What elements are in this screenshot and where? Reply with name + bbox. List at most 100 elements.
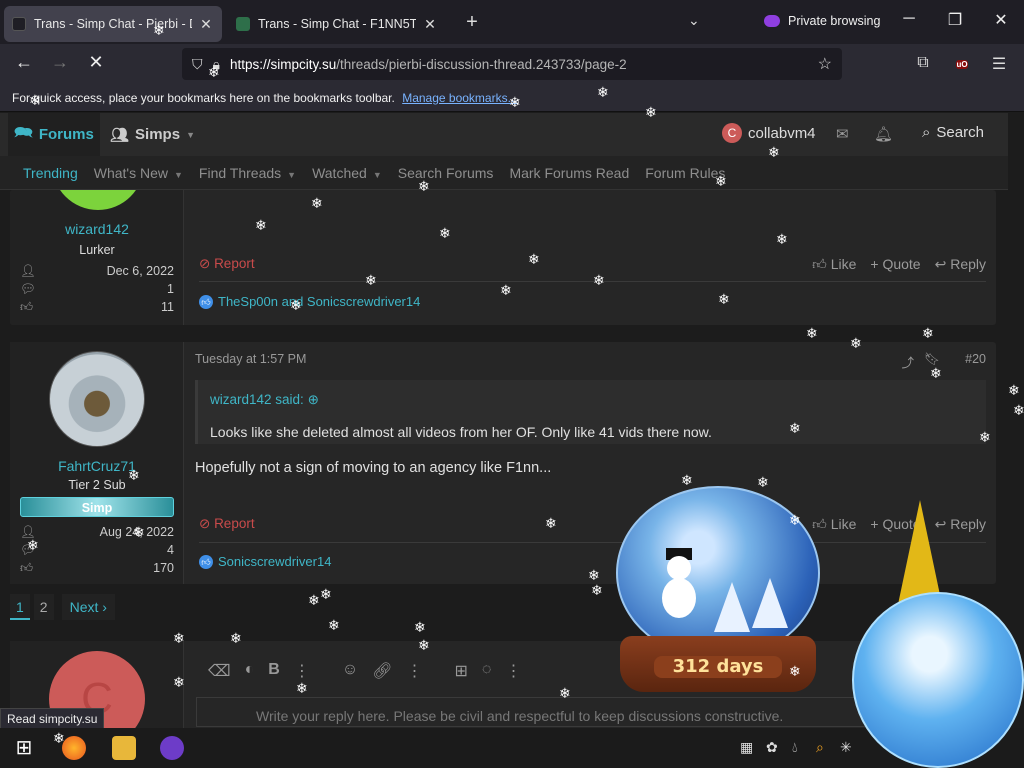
tray-search-icon[interactable]: ⌕ <box>816 739 824 756</box>
comment-icon: 💬︎ <box>20 282 36 296</box>
user-menu[interactable]: C collabvm4 <box>722 123 816 143</box>
hide-icon[interactable]: ◌ <box>482 661 492 681</box>
quote-header[interactable]: wizard142 said: ⊕ <box>210 392 319 408</box>
table-icon[interactable]: ⊞ <box>455 661 468 681</box>
report-button[interactable]: ⊘ Report <box>199 516 255 532</box>
inbox-envelope-icon[interactable]: ✉ <box>836 125 849 143</box>
windows-start-icon[interactable]: ⊞ <box>12 736 36 760</box>
tab-close-icon[interactable]: ✕ <box>198 16 214 33</box>
subnav-label: Find Threads <box>198 164 282 181</box>
file-explorer-icon[interactable] <box>112 736 136 760</box>
snowflake-icon: ❄ <box>806 325 818 341</box>
tab-close-icon[interactable]: ✕ <box>422 16 438 33</box>
snowflake-icon: ❄ <box>645 104 657 120</box>
subnav-search-forums[interactable]: Search Forums <box>398 165 494 181</box>
tab-title: Trans - Simp Chat - F1NN5TER - <box>258 17 416 31</box>
address-bar[interactable]: ⛉ 🔒︎ https://simpcity.su/threads/pierbi-… <box>182 48 842 80</box>
share-icon[interactable]: ⤴ <box>901 352 914 371</box>
post-author[interactable]: wizard142 <box>10 221 184 237</box>
next-page-button[interactable]: Next › <box>61 594 115 620</box>
tray-network-icon[interactable]: ▦ <box>740 739 753 756</box>
alerts-bell-icon[interactable]: 🔔︎ <box>874 125 893 143</box>
browser-tab-active[interactable]: Trans - Simp Chat - Pierbi - Disc ✕ <box>4 6 222 42</box>
snow-globe-2 <box>852 592 1024 768</box>
back-arrow-icon[interactable]: ← <box>12 52 36 73</box>
chevron-down-icon: ▼ <box>372 169 382 180</box>
page-1-link[interactable]: 1 <box>10 594 30 620</box>
username: collabvm4 <box>748 124 816 142</box>
url-text[interactable]: https://simpcity.su/threads/pierbi-discu… <box>230 57 627 72</box>
shield-icon[interactable]: ⛉ <box>192 56 203 73</box>
firefox-icon[interactable] <box>62 736 86 760</box>
maximize-icon[interactable]: ❐ <box>940 10 970 30</box>
snowflake-icon: ❄ <box>365 272 377 288</box>
quote-button[interactable]: + Quote <box>870 256 920 273</box>
snowflake-icon: ❄ <box>789 420 801 436</box>
post-date[interactable]: Tuesday at 1:57 PM <box>195 352 306 366</box>
stop-loading-icon[interactable]: ✕ <box>84 52 108 73</box>
like-button[interactable]: 👍︎ Like <box>812 256 856 273</box>
subnav-trending[interactable]: Trending <box>23 165 78 181</box>
message-count: 4 <box>167 543 174 557</box>
eraser-icon[interactable]: ⌫ <box>208 661 231 681</box>
simps-tab[interactable]: 👥︎ Simps ▼ <box>110 113 195 156</box>
snowy-tree-icon <box>714 582 750 632</box>
snowflake-icon: ❄ <box>153 22 165 38</box>
divider <box>199 542 986 543</box>
link-icon[interactable]: 🔗︎ <box>372 661 392 681</box>
subnav-find-threads[interactable]: Find Threads ▼ <box>199 165 296 181</box>
page-2-link[interactable]: 2 <box>33 594 54 620</box>
post-author[interactable]: FahrtCruz71 <box>10 458 184 474</box>
search-icon: ⌕ <box>922 124 931 141</box>
snowflake-icon: ❄ <box>588 567 600 583</box>
snowflake-icon: ❄ <box>789 512 801 528</box>
reaction-summary[interactable]: 👍︎ TheSp00n and Sonicscrewdriver14 <box>199 294 420 309</box>
reacted-by[interactable]: Sonicscrewdriver14 <box>218 554 331 569</box>
tray-drop-icon[interactable]: 💧︎ <box>792 739 798 756</box>
subnav-watched[interactable]: Watched ▼ <box>312 165 382 181</box>
user-title: Tier 2 Sub <box>68 478 126 492</box>
manage-bookmarks-link[interactable]: Manage bookmarks... <box>402 91 517 105</box>
search-button[interactable]: ⌕ Search <box>922 124 984 141</box>
forward-arrow-icon[interactable]: → <box>48 52 72 73</box>
smiley-icon[interactable]: ☺ <box>342 661 358 681</box>
subnav-mark-read[interactable]: Mark Forums Read <box>509 165 629 181</box>
reaction-summary[interactable]: 👍︎ Sonicscrewdriver14 <box>199 554 331 569</box>
extensions-icon[interactable]: ⧉ <box>912 54 934 72</box>
window-close-icon[interactable]: ✕ <box>986 10 1016 30</box>
avatar[interactable] <box>52 190 144 210</box>
palette-icon[interactable]: ◐ <box>245 661 255 681</box>
snowflake-icon: ❄ <box>255 217 267 233</box>
snowflake-icon: ❄ <box>320 586 332 602</box>
subnav-forum-rules[interactable]: Forum Rules <box>645 165 725 181</box>
list-all-tabs-icon[interactable]: ⌄ <box>688 12 700 29</box>
subnav-whats-new[interactable]: What's New ▼ <box>94 165 183 181</box>
reply-button[interactable]: ↩ Reply <box>935 256 986 273</box>
browser-status-bar: Read simpcity.su <box>0 708 105 729</box>
ublock-icon[interactable]: uO <box>951 54 973 74</box>
private-firefox-icon[interactable] <box>160 736 184 760</box>
snowflake-icon: ❄ <box>979 429 991 445</box>
reacted-by[interactable]: TheSp00n and Sonicscrewdriver14 <box>218 294 420 309</box>
search-label: Search <box>936 124 984 141</box>
chevron-down-icon: ▼ <box>287 169 297 180</box>
reply-placeholder[interactable]: Write your reply here. Please be civil a… <box>256 708 783 724</box>
snowman-head <box>667 556 691 580</box>
simps-label: Simps <box>135 126 181 143</box>
bold-icon[interactable]: B <box>268 661 280 681</box>
more-icon[interactable]: ⋮ <box>294 661 310 681</box>
bookmark-star-icon[interactable]: ☆ <box>818 54 832 74</box>
subnav-label: Watched <box>312 164 367 181</box>
new-tab-button[interactable]: + <box>460 11 484 34</box>
tray-app-icon[interactable]: ✿ <box>766 739 778 756</box>
post-number[interactable]: #20 <box>965 352 986 366</box>
report-button[interactable]: ⊘ Report <box>199 256 255 272</box>
browser-tab-inactive[interactable]: Trans - Simp Chat - F1NN5TER - ✕ <box>228 6 446 42</box>
tray-star-icon[interactable]: ✳ <box>840 739 852 756</box>
forums-tab[interactable]: 🗪︎ Forums <box>8 113 100 156</box>
menu-hamburger-icon[interactable]: ☰ <box>988 54 1010 74</box>
avatar[interactable] <box>49 351 145 447</box>
more-icon[interactable]: ⋮ <box>505 661 521 681</box>
minimize-icon[interactable]: ─ <box>894 10 924 28</box>
more-icon[interactable]: ⋮ <box>407 661 423 681</box>
